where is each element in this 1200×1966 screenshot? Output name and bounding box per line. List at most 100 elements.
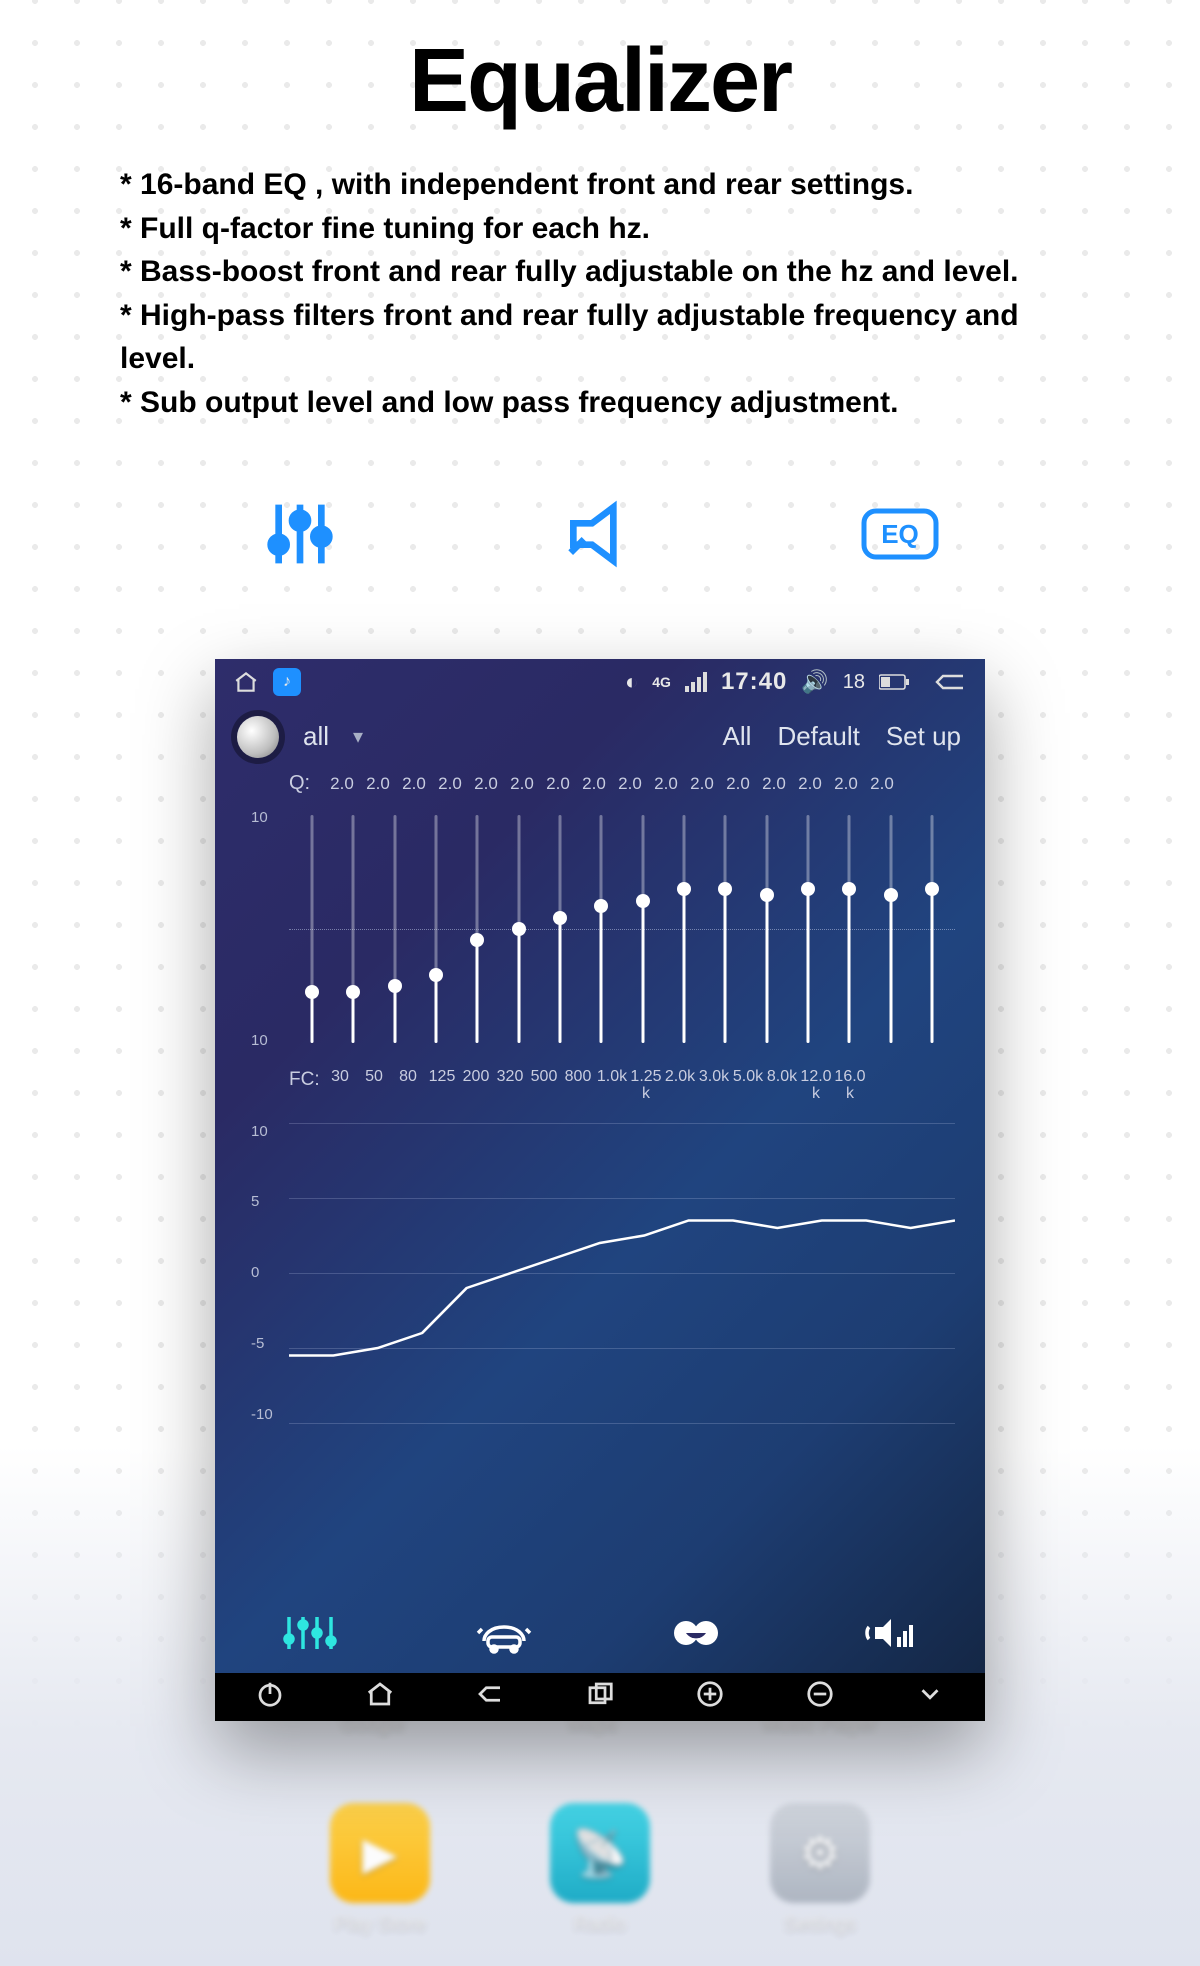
app-settings: ⚙Settings xyxy=(770,1803,870,1936)
q-value[interactable]: 2.0 xyxy=(721,774,755,794)
mode-label[interactable]: all xyxy=(301,715,331,758)
wifi-icon: ◐ xyxy=(625,669,638,695)
tab-eq[interactable] xyxy=(271,1603,351,1663)
chevron-down-nav-icon[interactable] xyxy=(915,1679,945,1716)
q-value[interactable]: 2.0 xyxy=(649,774,683,794)
fc-value: 8.0k xyxy=(765,1069,799,1086)
back-icon[interactable] xyxy=(933,670,967,694)
fc-value: 80 xyxy=(391,1069,425,1086)
minus-icon[interactable] xyxy=(805,1679,835,1716)
eq-slider[interactable] xyxy=(543,809,577,1049)
home-icon[interactable] xyxy=(233,669,259,695)
battery-icon xyxy=(879,674,909,690)
tab-bar xyxy=(215,1593,985,1673)
speaker-icon xyxy=(560,494,640,579)
fc-value: 3.0k xyxy=(697,1069,731,1086)
app-radio: 📡Radio xyxy=(550,1803,650,1936)
y-top: 10 xyxy=(251,809,268,826)
fc-value: 5.0k xyxy=(731,1069,765,1086)
default-button[interactable]: Default xyxy=(775,715,861,758)
feature-bullets: * 16-band EQ , with independent front an… xyxy=(120,163,1080,424)
chevron-down-icon[interactable]: ▾ xyxy=(353,724,363,749)
q-value[interactable]: 2.0 xyxy=(361,774,395,794)
power-icon[interactable] xyxy=(255,1679,285,1716)
fc-value: 800 xyxy=(561,1069,595,1086)
q-value[interactable]: 2.0 xyxy=(685,774,719,794)
eq-slider[interactable] xyxy=(336,809,370,1049)
eq-slider[interactable] xyxy=(295,809,329,1049)
eq-slider[interactable] xyxy=(502,809,536,1049)
android-nav-bar xyxy=(215,1673,985,1721)
fc-row: FC: 3050801252003205008001.0k1.25k2.0k3.… xyxy=(245,1069,955,1103)
response-chart: 10 5 0 -5 -10 xyxy=(245,1123,955,1423)
fc-value: 1.0k xyxy=(595,1069,629,1086)
app-badge-icon[interactable]: ♪ xyxy=(273,668,301,696)
bullet: * High-pass filters front and rear fully… xyxy=(120,294,1080,381)
q-value[interactable]: 2.0 xyxy=(325,774,359,794)
eq-slider[interactable] xyxy=(667,809,701,1049)
bullet: * 16-band EQ , with independent front an… xyxy=(120,163,1080,207)
eq-slider[interactable] xyxy=(832,809,866,1049)
fc-value: 50 xyxy=(357,1069,391,1086)
fc-value: 30 xyxy=(323,1069,357,1086)
eq-slider[interactable] xyxy=(460,809,494,1049)
fc-value: 16.0k xyxy=(833,1069,867,1103)
back-nav-icon[interactable] xyxy=(475,1679,505,1716)
bullet: * Sub output level and low pass frequenc… xyxy=(120,381,1080,425)
eq-slider[interactable] xyxy=(874,809,908,1049)
eq-slider[interactable] xyxy=(708,809,742,1049)
eq-slider[interactable] xyxy=(915,809,949,1049)
ytick: 0 xyxy=(251,1264,273,1281)
q-value[interactable]: 2.0 xyxy=(793,774,827,794)
fc-value: 2.0k xyxy=(663,1069,697,1086)
eq-slider[interactable] xyxy=(378,809,412,1049)
page-title: Equalizer xyxy=(120,30,1080,133)
plus-icon[interactable] xyxy=(695,1679,725,1716)
q-label: Q: xyxy=(289,772,323,795)
q-row: Q: 2.02.02.02.02.02.02.02.02.02.02.02.02… xyxy=(245,772,955,795)
fc-value: 1.25k xyxy=(629,1069,663,1103)
knob-icon[interactable] xyxy=(237,716,279,758)
volume-level: 18 xyxy=(843,671,865,694)
q-value[interactable]: 2.0 xyxy=(541,774,575,794)
eq-slider[interactable] xyxy=(791,809,825,1049)
ytick: 5 xyxy=(251,1193,273,1210)
volume-icon: 🔊 xyxy=(801,669,828,695)
fc-value: 500 xyxy=(527,1069,561,1086)
q-value[interactable]: 2.0 xyxy=(865,774,899,794)
tab-loudness[interactable] xyxy=(849,1603,929,1663)
fc-value: 12.0k xyxy=(799,1069,833,1103)
tab-car[interactable] xyxy=(464,1603,544,1663)
all-button[interactable]: All xyxy=(721,715,754,758)
q-value[interactable]: 2.0 xyxy=(505,774,539,794)
eq-sliders: 1010 xyxy=(245,809,955,1049)
q-value[interactable]: 2.0 xyxy=(577,774,611,794)
eq-slider[interactable] xyxy=(419,809,453,1049)
eq-slider[interactable] xyxy=(584,809,618,1049)
device-screenshot: ♪ ◐ 4G 17:40 🔊 18 all ▾ All Default Set … xyxy=(215,659,985,1721)
signal-icon xyxy=(685,672,707,692)
eq-icon: EQ xyxy=(860,494,940,579)
q-value[interactable]: 2.0 xyxy=(397,774,431,794)
ytick: 10 xyxy=(251,1123,273,1140)
bullet: * Full q-factor fine tuning for each hz. xyxy=(120,207,1080,251)
q-value[interactable]: 2.0 xyxy=(613,774,647,794)
setup-button[interactable]: Set up xyxy=(884,715,963,758)
q-value[interactable]: 2.0 xyxy=(433,774,467,794)
home-nav-icon[interactable] xyxy=(365,1679,395,1716)
clock: 17:40 xyxy=(721,668,787,696)
fc-value: 320 xyxy=(493,1069,527,1086)
bullet: * Bass-boost front and rear fully adjust… xyxy=(120,250,1080,294)
fc-label: FC: xyxy=(289,1069,323,1091)
eq-slider[interactable] xyxy=(626,809,660,1049)
fc-value: 125 xyxy=(425,1069,459,1086)
q-value[interactable]: 2.0 xyxy=(829,774,863,794)
q-value[interactable]: 2.0 xyxy=(757,774,791,794)
status-bar: ♪ ◐ 4G 17:40 🔊 18 xyxy=(215,659,985,705)
svg-text:EQ: EQ xyxy=(881,519,919,549)
recent-icon[interactable] xyxy=(585,1679,615,1716)
q-value[interactable]: 2.0 xyxy=(469,774,503,794)
tab-balance[interactable] xyxy=(656,1603,736,1663)
eq-slider[interactable] xyxy=(750,809,784,1049)
ytick: -10 xyxy=(251,1406,273,1423)
